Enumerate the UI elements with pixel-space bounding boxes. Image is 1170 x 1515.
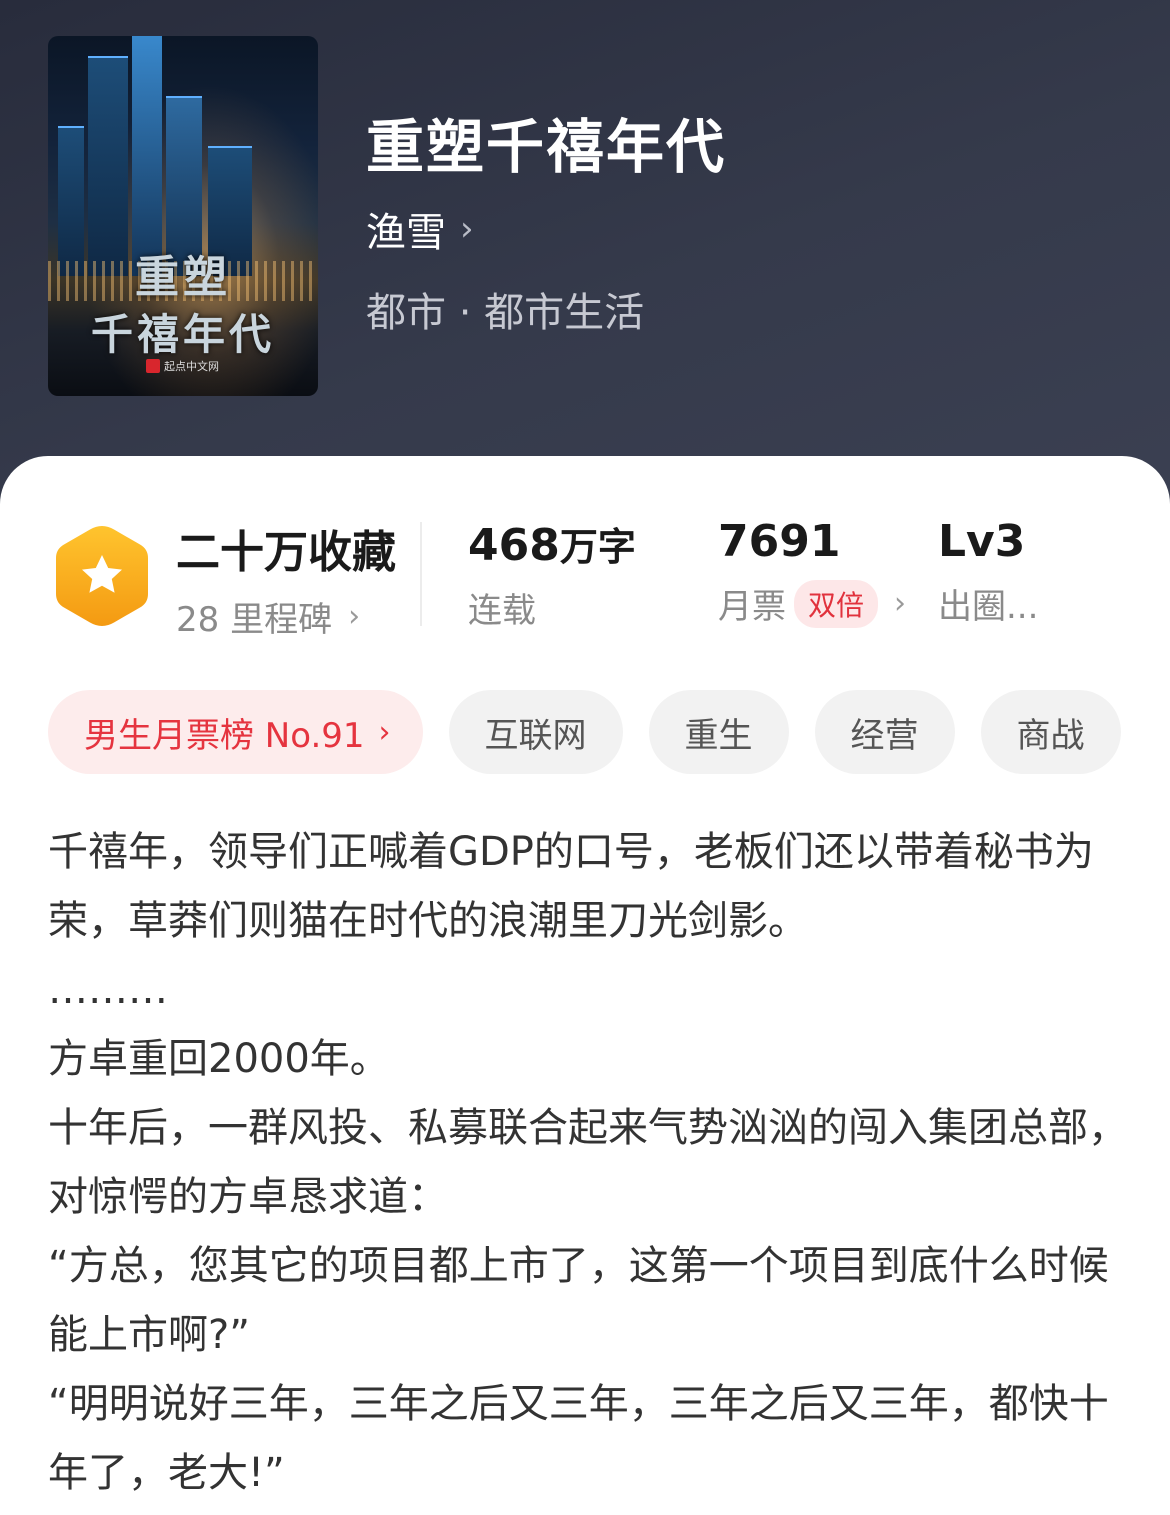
book-synopsis[interactable]: 千禧年，领导们正喊着GDP的口号，老板们还以带着秘书为荣，草莽们则猫在时代的浪潮… bbox=[48, 818, 1128, 1508]
tag-commerce-war[interactable]: 商战 bbox=[980, 690, 1121, 774]
serial-status: 连载 bbox=[468, 591, 536, 631]
book-title: 重塑千禧年代 bbox=[366, 113, 727, 181]
monthly-ticket-label: 月票 bbox=[718, 587, 786, 627]
synopsis-paragraph: 十年后，一群风投、私募联合起来气势汹汹的闯入集团总部，对惊愕的方卓恳求道： bbox=[48, 1105, 1128, 1220]
synopsis-paragraph: “明明说好三年，三年之后又三年，三年之后又三年，都快十年了，老大!” bbox=[48, 1381, 1109, 1496]
monthly-rank-tag[interactable]: 男生月票榜 No.91 › bbox=[48, 690, 423, 774]
stat-collection[interactable]: 二十万收藏 28 里程碑 › bbox=[176, 516, 396, 641]
book-header: 重塑 千禧年代 起点中文网 重塑千禧年代 渔雪 › 都市 · 都市生活 bbox=[0, 0, 1170, 520]
synopsis-paragraph: 方卓重回2000年。 bbox=[48, 1036, 390, 1082]
stat-word-count: 468万字 连载 bbox=[468, 516, 636, 632]
level-value: Lv3 bbox=[938, 516, 1026, 567]
book-cover[interactable]: 重塑 千禧年代 起点中文网 bbox=[48, 36, 318, 396]
rank-label: 男生月票榜 No.91 bbox=[84, 715, 365, 756]
cover-building bbox=[132, 36, 162, 276]
book-detail-card: 二十万收藏 28 里程碑 › 468万字 连载 7691 月票 双倍 › Lv3… bbox=[0, 456, 1170, 1515]
chevron-right-icon: › bbox=[348, 599, 361, 634]
synopsis-paragraph: 千禧年，领导们正喊着GDP的口号，老板们还以带着秘书为荣，草莽们则猫在时代的浪潮… bbox=[48, 829, 1094, 944]
publisher-name: 起点中文网 bbox=[164, 360, 219, 373]
tag-internet[interactable]: 互联网 bbox=[448, 690, 623, 774]
book-genre: 都市 · 都市生活 bbox=[366, 290, 645, 336]
level-label: 出圈... bbox=[938, 587, 1039, 627]
synopsis-paragraph: “方总，您其它的项目都上市了，这第一个项目到底什么时候能上市啊?” bbox=[48, 1243, 1109, 1358]
stat-monthly-ticket[interactable]: 7691 月票 双倍 › bbox=[718, 516, 906, 628]
word-count-unit: 万字 bbox=[559, 525, 636, 569]
collection-value: 二十万收藏 bbox=[176, 527, 396, 578]
author-link[interactable]: 渔雪 › bbox=[366, 200, 474, 258]
cover-publisher: 起点中文网 bbox=[146, 358, 219, 374]
chevron-right-icon: › bbox=[894, 586, 907, 621]
publisher-logo-icon bbox=[146, 359, 160, 373]
milestone-link[interactable]: 28 里程碑 › bbox=[176, 592, 396, 641]
word-count-value: 468 bbox=[468, 520, 560, 571]
chevron-right-icon: › bbox=[378, 714, 391, 750]
cover-title-line1: 重塑 bbox=[135, 252, 231, 303]
synopsis-paragraph: ……… bbox=[48, 967, 168, 1013]
author-name: 渔雪 bbox=[366, 210, 446, 256]
stat-level[interactable]: Lv3 出圈... bbox=[938, 516, 1038, 628]
star-badge-icon bbox=[56, 526, 148, 626]
cover-title-line2: 千禧年代 bbox=[90, 310, 275, 359]
tag-rebirth[interactable]: 重生 bbox=[648, 690, 789, 774]
tag-business[interactable]: 经营 bbox=[814, 690, 955, 774]
stats-divider bbox=[420, 522, 422, 626]
tag-list: 男生月票榜 No.91 › 互联网 重生 经营 商战 bbox=[48, 690, 1121, 774]
chevron-right-icon: › bbox=[460, 209, 474, 249]
monthly-ticket-value: 7691 bbox=[718, 516, 841, 567]
double-ticket-badge: 双倍 bbox=[794, 579, 879, 628]
milestone-label: 28 里程碑 bbox=[176, 600, 333, 640]
